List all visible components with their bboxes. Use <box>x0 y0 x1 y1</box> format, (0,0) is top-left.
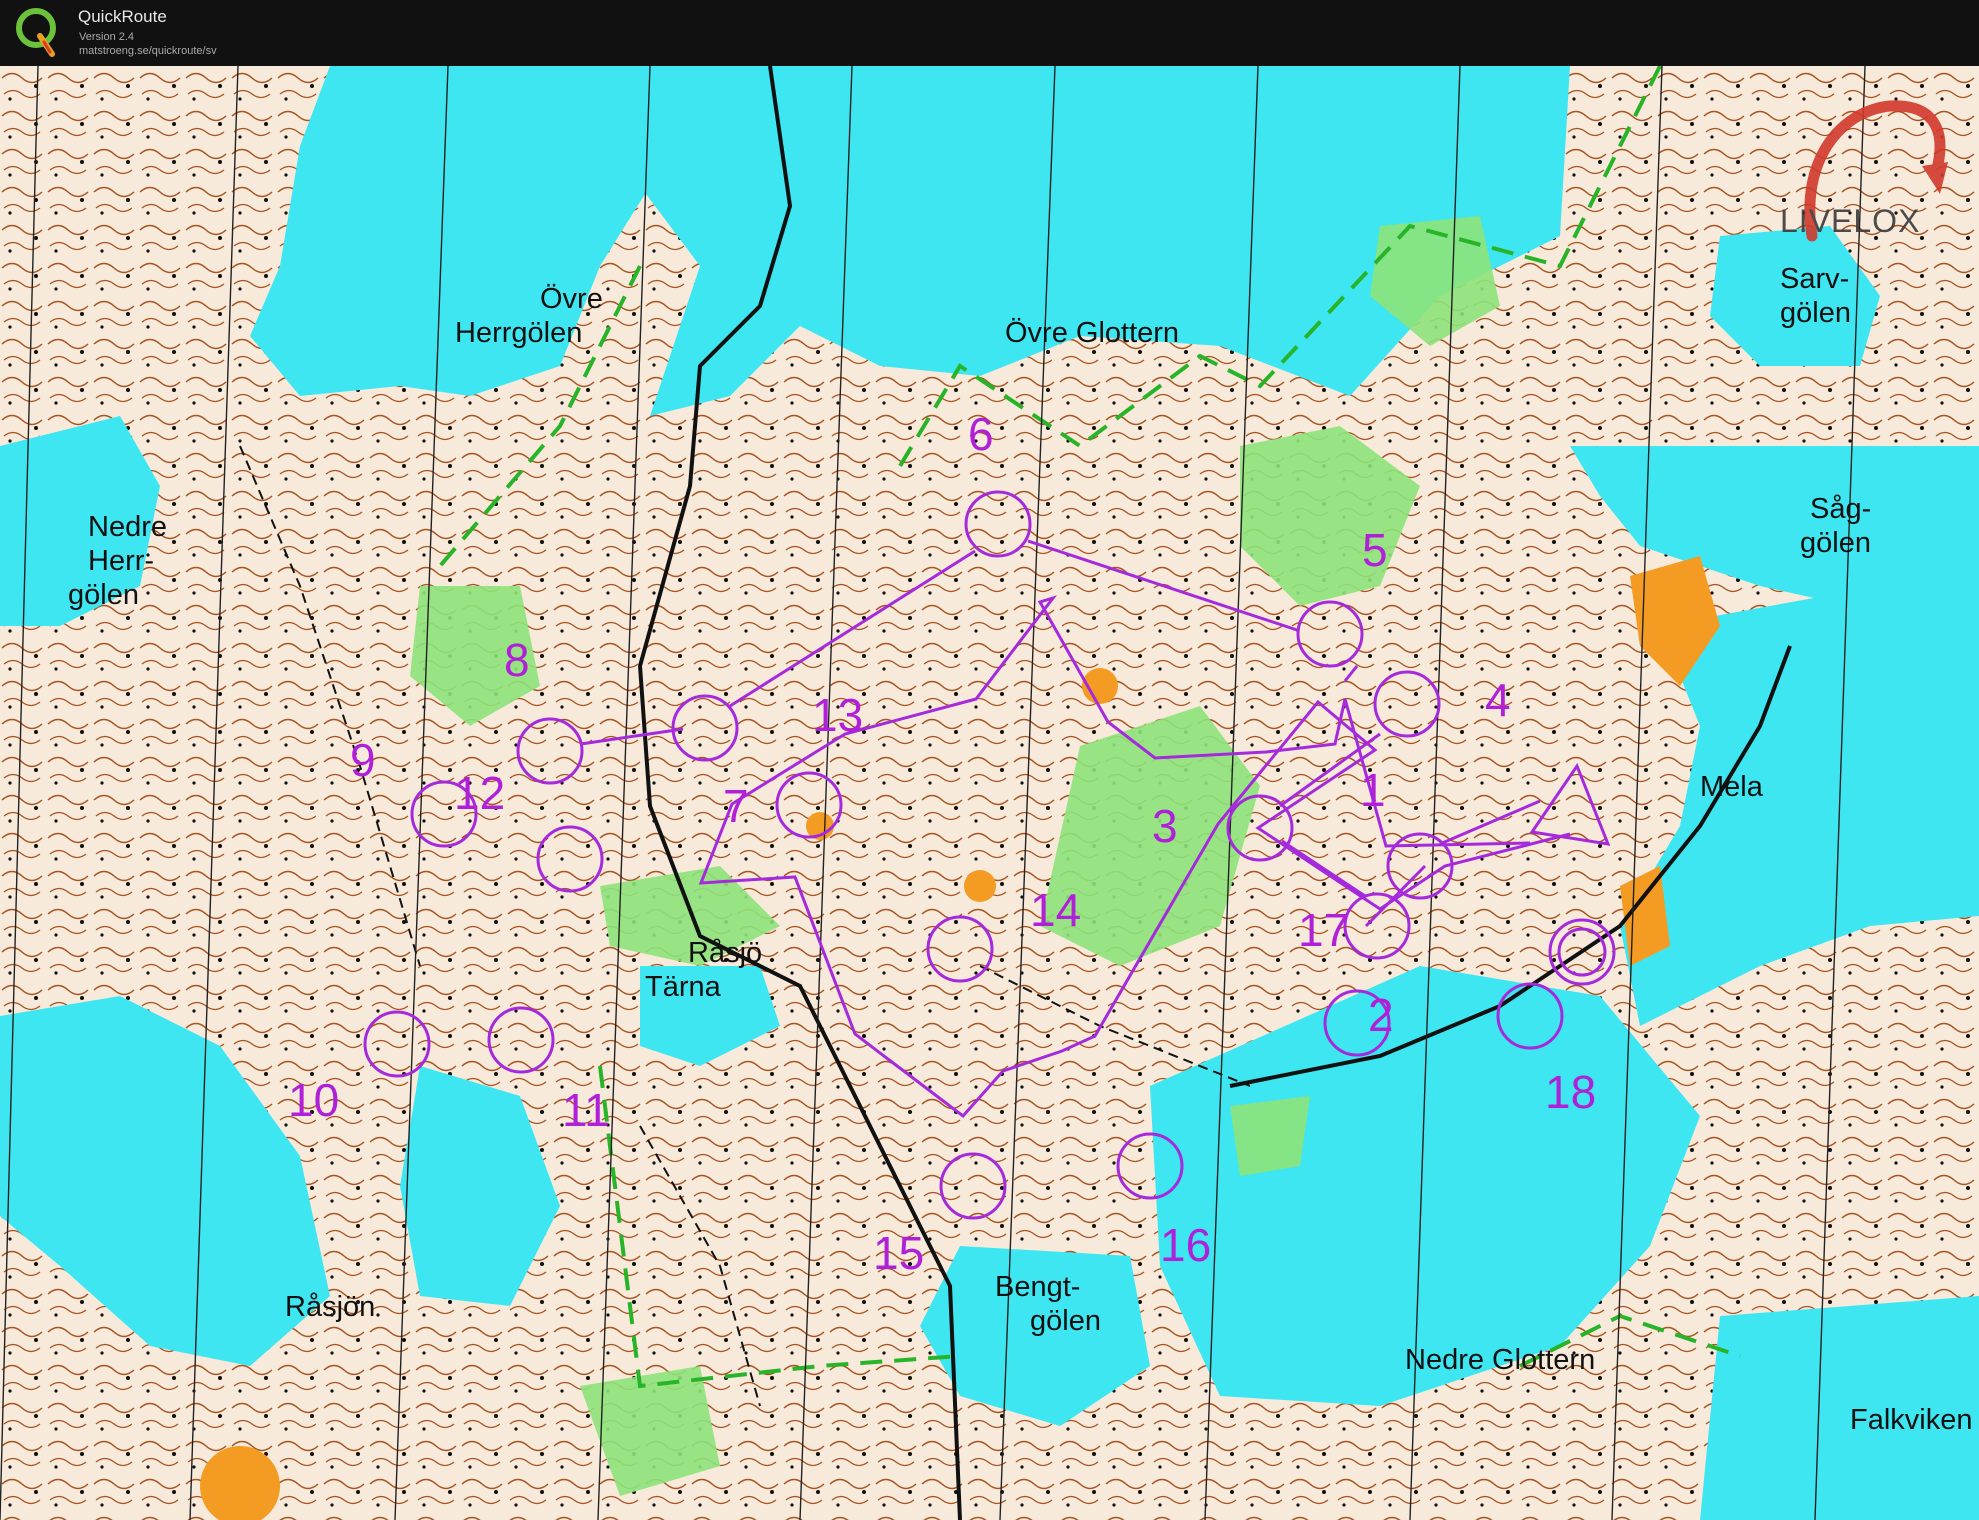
control-9-number: 9 <box>350 734 376 786</box>
green-east <box>1230 1096 1310 1176</box>
place-name-ovre-glottern: Övre Glottern <box>1005 317 1179 349</box>
control-5-number: 5 <box>1362 524 1388 576</box>
place-name-falkviken: Falkviken <box>1850 1404 1973 1436</box>
control-17-number: 17 <box>1298 904 1349 956</box>
map-canvas[interactable]: Övre Herrgölen Övre Glottern Nedre Herr-gö… <box>0 66 1979 1520</box>
app-url[interactable]: matstroeng.se/quickroute/sv <box>79 45 217 57</box>
title-bar: QuickRoute Version 2.4 matstroeng.se/qui… <box>0 0 1979 66</box>
control-16-number: 16 <box>1160 1219 1211 1271</box>
control-14-number: 14 <box>1030 884 1081 936</box>
app-version: Version 2.4 <box>79 31 135 43</box>
control-6-number: 6 <box>968 408 994 460</box>
control-18-number: 18 <box>1545 1066 1596 1118</box>
control-1-number: 1 <box>1360 764 1386 816</box>
control-7-number: 7 <box>723 780 749 832</box>
control-13-number: 13 <box>812 689 863 741</box>
livelox-text: LIVELOX <box>1780 203 1920 239</box>
place-name-mela: Mela <box>1700 771 1764 803</box>
orienteering-map[interactable]: Övre Herrgölen Övre Glottern Nedre Herr-gö… <box>0 66 1979 1520</box>
control-12-number: 12 <box>454 767 505 819</box>
control-15-number: 15 <box>873 1227 924 1279</box>
quickroute-q-logo-icon <box>16 8 56 57</box>
control-4-number: 4 <box>1485 674 1511 726</box>
place-name-nedre-glottern: Nedre Glottern <box>1405 1344 1595 1376</box>
control-10-number: 10 <box>288 1074 339 1126</box>
control-11-number: 11 <box>562 1084 610 1136</box>
app-title: QuickRoute <box>78 7 167 26</box>
control-3-number: 3 <box>1152 800 1178 852</box>
orange-patch-3 <box>964 870 996 902</box>
control-2-number: 2 <box>1368 989 1394 1041</box>
control-8-number: 8 <box>504 634 530 686</box>
place-name-rasjon: Råsjön <box>285 1291 375 1323</box>
